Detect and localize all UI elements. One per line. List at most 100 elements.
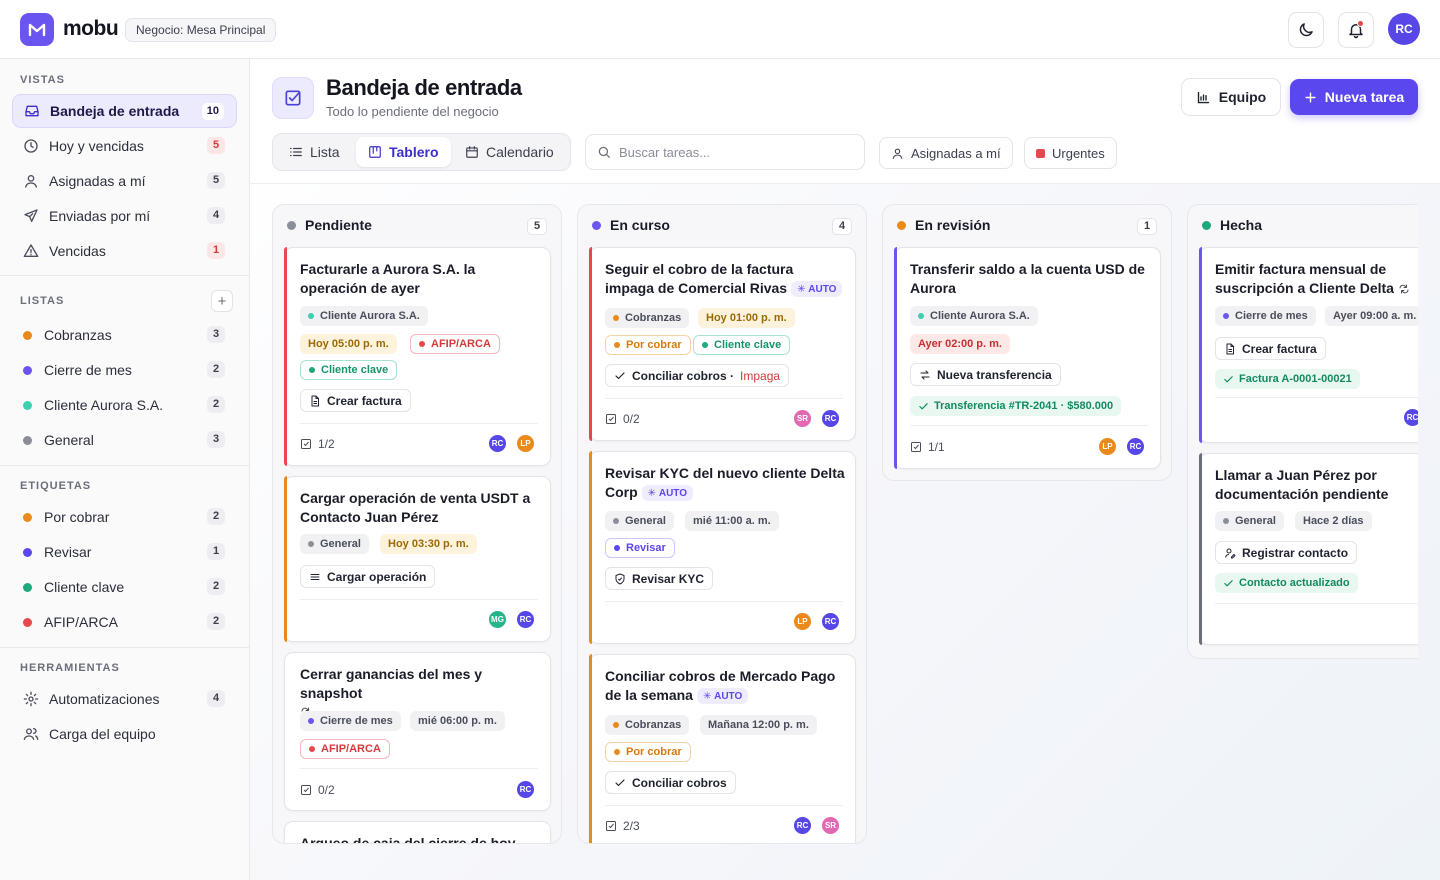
tag-color-dot bbox=[23, 547, 32, 557]
due-chip[interactable]: Hace 2 días bbox=[1295, 511, 1372, 531]
due-chip[interactable]: Hoy 05:00 p. m. bbox=[300, 334, 397, 354]
notifications-button[interactable] bbox=[1338, 12, 1374, 48]
due-chip[interactable]: Hoy 01:00 p. m. bbox=[698, 308, 795, 328]
sidebar-item-tag-revisar[interactable]: Revisar 1 bbox=[12, 535, 237, 569]
new-task-button[interactable]: Nueva tarea bbox=[1290, 79, 1418, 115]
app-name[interactable]: mobu bbox=[63, 17, 119, 41]
completion-note-text: Factura A-0001-00021 bbox=[1239, 373, 1352, 385]
tag-chip[interactable]: Cliente clave bbox=[693, 335, 791, 355]
progress-text: 0/2 bbox=[623, 412, 640, 426]
action-button[interactable]: Revisar KYC bbox=[605, 567, 714, 590]
tag-chip[interactable]: AFIP/ARCA bbox=[300, 739, 390, 759]
assignee-avatar[interactable]: LP bbox=[793, 612, 812, 631]
action-button[interactable]: Crear factura bbox=[300, 389, 411, 412]
team-button[interactable]: Equipo bbox=[1181, 78, 1281, 116]
sidebar-item-list-cierre-de-mes[interactable]: Cierre de mes 2 bbox=[12, 353, 237, 387]
action-button[interactable]: Nueva transferencia bbox=[910, 363, 1061, 386]
sidebar-item-team-load[interactable]: Carga del equipo bbox=[12, 717, 237, 751]
tag-chip[interactable]: Por cobrar bbox=[605, 335, 691, 355]
task-card[interactable]: Cerrar ganancias del mes y snapshot Cier… bbox=[284, 652, 551, 811]
theme-toggle-button[interactable] bbox=[1288, 12, 1324, 48]
mobu-logo-icon[interactable] bbox=[20, 13, 54, 46]
progress-text: 1/1 bbox=[928, 440, 945, 454]
list-chip[interactable]: Cobranzas bbox=[605, 308, 690, 328]
assignee-avatar[interactable]: RC bbox=[516, 610, 535, 629]
sidebar-item-inbox[interactable]: Bandeja de entrada 10 bbox=[12, 94, 237, 128]
assignee-avatar[interactable]: RC bbox=[793, 816, 812, 835]
due-chip[interactable]: Hoy 03:30 p. m. bbox=[380, 534, 477, 554]
search-box[interactable] bbox=[585, 134, 865, 170]
user-avatar[interactable]: RC bbox=[1388, 13, 1420, 45]
task-card[interactable]: Arqueo de caja del cierre de hoy bbox=[284, 821, 551, 843]
sidebar-item-sent-by-me[interactable]: Enviadas por mí 4 bbox=[12, 199, 237, 233]
assignee-avatar[interactable]: RC bbox=[1126, 437, 1145, 456]
sidebar-item-list-general[interactable]: General 3 bbox=[12, 423, 237, 457]
task-card[interactable]: Llamar a Juan Pérez por documentación pe… bbox=[1199, 453, 1418, 645]
task-card[interactable]: Emitir factura mensual de suscripción a … bbox=[1199, 247, 1418, 443]
assignee-avatar[interactable]: RC bbox=[1403, 408, 1418, 427]
search-input[interactable] bbox=[619, 144, 849, 160]
task-card[interactable]: Cargar operación de venta USDT a Contact… bbox=[284, 476, 551, 642]
list-chip[interactable]: General bbox=[300, 534, 369, 554]
tag-chip[interactable]: Revisar bbox=[605, 538, 675, 558]
list-chip[interactable]: General bbox=[605, 511, 674, 531]
tag-chip[interactable]: Cliente clave bbox=[300, 360, 398, 380]
assignee-avatar[interactable]: LP bbox=[1098, 437, 1117, 456]
sidebar-item-tag-afip-arca[interactable]: AFIP/ARCA 2 bbox=[12, 605, 237, 639]
sidebar-item-tag-por-cobrar[interactable]: Por cobrar 2 bbox=[12, 500, 237, 534]
sidebar-item-overdue[interactable]: Vencidas 1 bbox=[12, 234, 237, 268]
due-chip[interactable]: mié 11:00 a. m. bbox=[685, 511, 779, 531]
assignee-avatar[interactable]: SR bbox=[793, 409, 812, 428]
assignee-avatar[interactable]: RC bbox=[516, 780, 535, 799]
task-card[interactable]: Seguir el cobro de la factura impaga de … bbox=[589, 247, 856, 441]
due-chip[interactable]: Ayer 02:00 p. m. bbox=[910, 334, 1010, 354]
business-badge[interactable]: Negocio: Mesa Principal bbox=[125, 18, 277, 42]
action-button[interactable]: Cargar operación bbox=[300, 565, 436, 588]
add-list-button[interactable]: + bbox=[211, 290, 233, 312]
sidebar-item-today-overdue[interactable]: Hoy y vencidas 5 bbox=[12, 129, 237, 163]
list-chip[interactable]: General bbox=[1215, 511, 1284, 531]
filter-assigned-to-me[interactable]: Asignadas a mí bbox=[879, 137, 1013, 169]
assignee-avatar[interactable]: LP bbox=[516, 434, 535, 453]
column-header[interactable]: En curso 4 bbox=[578, 205, 866, 245]
list-chip[interactable]: Cierre de mes bbox=[300, 711, 401, 731]
list-chip[interactable]: Cliente Aurora S.A. bbox=[300, 306, 428, 326]
tab-calendar[interactable]: Calendario bbox=[453, 137, 566, 167]
list-chip-label: Cierre de mes bbox=[1235, 310, 1308, 322]
task-card[interactable]: Transferir saldo a la cuenta USD de Auro… bbox=[894, 247, 1161, 469]
assignee-avatar[interactable]: RC bbox=[488, 434, 507, 453]
task-card[interactable]: Conciliar cobros de Mercado Pago de la s… bbox=[589, 654, 856, 843]
card-divider bbox=[300, 599, 538, 600]
sidebar-item-automations[interactable]: Automatizaciones 4 bbox=[12, 682, 237, 716]
tab-board[interactable]: Tablero bbox=[356, 137, 451, 167]
assignee-avatar[interactable]: RC bbox=[821, 612, 840, 631]
list-chip[interactable]: Cierre de mes bbox=[1215, 306, 1316, 326]
due-chip[interactable]: mié 06:00 p. m. bbox=[410, 711, 505, 731]
assignee-avatar[interactable]: RC bbox=[821, 409, 840, 428]
column-header[interactable]: Pendiente 5 bbox=[273, 205, 561, 245]
due-chip[interactable]: Mañana 12:00 p. m. bbox=[700, 715, 817, 735]
tag-chip[interactable]: AFIP/ARCA bbox=[410, 334, 500, 354]
filter-urgent[interactable]: Urgentes bbox=[1024, 137, 1117, 169]
action-button[interactable]: Crear factura bbox=[1215, 337, 1326, 360]
tab-list[interactable]: Lista bbox=[277, 137, 352, 167]
column-header[interactable]: En revisión 1 bbox=[883, 205, 1171, 245]
assignee-avatar[interactable]: MG bbox=[488, 610, 507, 629]
sidebar-item-list-cobranzas[interactable]: Cobranzas 3 bbox=[12, 318, 237, 352]
sidebar-item-assigned-to-me[interactable]: Asignadas a mí 5 bbox=[12, 164, 237, 198]
action-button[interactable]: Registrar contacto bbox=[1215, 541, 1358, 564]
task-card[interactable]: Facturarle a Aurora S.A. la operación de… bbox=[284, 247, 551, 466]
action-button[interactable]: Conciliar cobros bbox=[605, 771, 736, 794]
column-header[interactable]: Hecha bbox=[1188, 205, 1418, 245]
list-chip[interactable]: Cliente Aurora S.A. bbox=[910, 306, 1038, 326]
tag-chip[interactable]: Por cobrar bbox=[605, 742, 691, 762]
sidebar-divider bbox=[0, 275, 249, 276]
sidebar-item-tag-cliente-clave[interactable]: Cliente clave 2 bbox=[12, 570, 237, 604]
task-card[interactable]: Revisar KYC del nuevo cliente Delta Corp… bbox=[589, 451, 856, 644]
list-chip[interactable]: Cobranzas bbox=[605, 715, 690, 735]
assignee-avatar[interactable]: SR bbox=[821, 816, 840, 835]
due-chip[interactable]: Ayer 09:00 a. m. bbox=[1325, 306, 1418, 326]
action-button[interactable]: Conciliar cobros · Impaga bbox=[605, 364, 790, 387]
sidebar-item-count: 10 bbox=[201, 103, 224, 120]
sidebar-item-list-aurora[interactable]: Cliente Aurora S.A. 2 bbox=[12, 388, 237, 422]
